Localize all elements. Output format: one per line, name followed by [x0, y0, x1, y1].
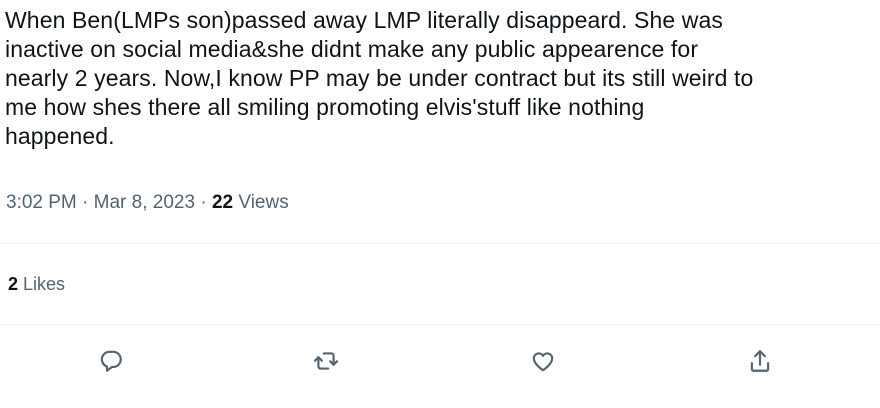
reply-button[interactable]: [92, 342, 130, 380]
likes-count: 2: [8, 274, 19, 294]
share-icon: [750, 350, 770, 372]
tweet-date[interactable]: Mar 8, 2023: [94, 192, 195, 213]
tweet-metadata: 3:02 PM · Mar 8, 2023 · 22 Views: [6, 190, 289, 216]
like-button[interactable]: [524, 342, 562, 380]
like-icon: [532, 352, 554, 372]
retweet-icon: [313, 352, 339, 370]
views-label: Views: [233, 192, 289, 213]
divider: [0, 243, 880, 244]
retweet-button[interactable]: [307, 342, 345, 380]
meta-separator: ·: [195, 192, 212, 213]
likes-label: Likes: [18, 274, 66, 294]
divider: [0, 324, 880, 325]
reply-icon: [100, 350, 122, 372]
meta-separator: ·: [76, 192, 94, 213]
tweet-text: When Ben(LMPs son)passed away LMP litera…: [5, 7, 754, 149]
likes-summary[interactable]: 2 Likes: [8, 271, 65, 297]
tweet-time[interactable]: 3:02 PM: [6, 192, 77, 213]
share-button[interactable]: [741, 342, 779, 380]
views-count: 22: [211, 192, 234, 213]
